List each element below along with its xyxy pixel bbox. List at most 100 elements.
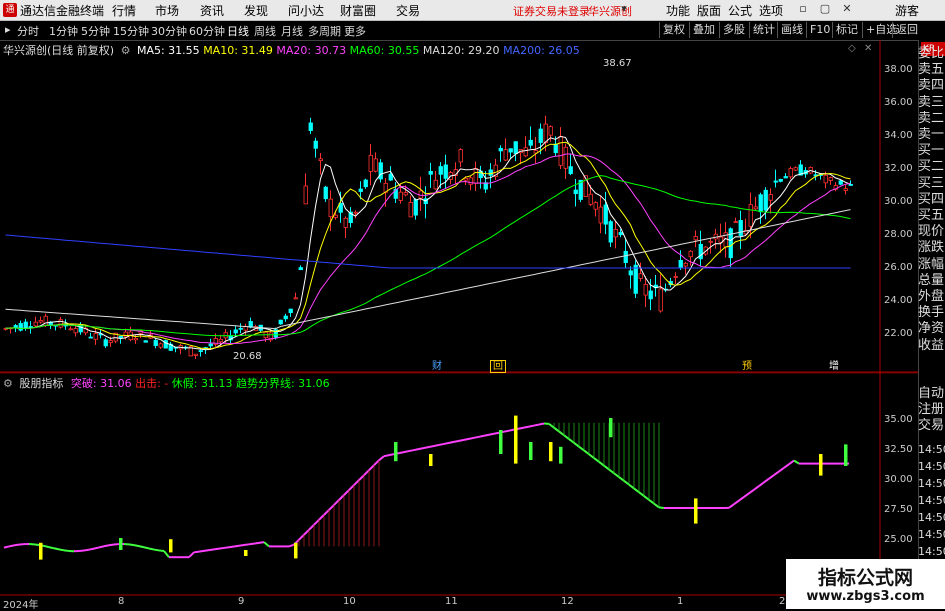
menu-layout[interactable]: 版面 — [697, 2, 721, 19]
indicator-segment — [634, 488, 639, 492]
minimize-icon[interactable]: ▫ — [796, 2, 810, 16]
side-item[interactable]: 买三 — [918, 176, 945, 192]
indicator-marker — [429, 454, 433, 466]
period-15min[interactable]: 15分钟 — [113, 23, 149, 39]
event-badge-forecast[interactable]: 预 — [740, 360, 754, 373]
restore-icon[interactable]: ▢ — [818, 2, 832, 16]
indicator-segment — [214, 549, 219, 550]
side-item[interactable]: 委比 — [918, 46, 945, 62]
event-badge-buyback[interactable]: 回 — [490, 360, 506, 373]
candle — [34, 317, 38, 327]
menu-quotes[interactable]: 行情 — [112, 2, 136, 19]
indicator-segment — [469, 438, 474, 439]
btn-mark[interactable]: 标记 — [832, 22, 861, 38]
candle — [104, 338, 108, 348]
indicator-segment — [614, 473, 619, 477]
menu-formula[interactable]: 公式 — [728, 2, 752, 19]
side-item[interactable]: 买四 — [918, 192, 945, 208]
menu-options[interactable]: 选项 — [759, 2, 783, 19]
tick-time: 14:50 — [918, 510, 945, 526]
side-bottom-item[interactable]: 自动 — [918, 386, 945, 402]
period-nav-icon[interactable]: ▸ — [5, 23, 11, 36]
gear-icon[interactable]: ⚙ — [121, 44, 131, 57]
main-ytick: 22.00 — [884, 328, 918, 339]
candle — [144, 340, 148, 342]
side-item[interactable]: 买二 — [918, 159, 945, 175]
side-item[interactable]: 净资 — [918, 321, 945, 337]
candle — [479, 166, 483, 189]
chart-close-icon[interactable]: ✕ — [864, 43, 872, 54]
indicator-segment — [374, 460, 379, 465]
indicator-segment — [729, 504, 734, 508]
chart-expand-icon[interactable]: ◇ — [848, 43, 856, 54]
indicator-segment — [219, 548, 224, 549]
menu-market[interactable]: 市场 — [155, 2, 179, 19]
indicator-segment — [254, 543, 259, 544]
candle — [474, 162, 478, 191]
period-weekly[interactable]: 周线 — [254, 23, 276, 39]
candle — [699, 231, 703, 267]
side-item[interactable]: 买一 — [918, 143, 945, 159]
menu-trade[interactable]: 交易 — [396, 2, 420, 19]
btn-adjust[interactable]: 复权 — [659, 22, 688, 38]
candle — [414, 198, 418, 219]
side-bottom-item[interactable]: 交易 — [918, 418, 945, 434]
menu-ask[interactable]: 问小达 — [288, 2, 324, 19]
side-item[interactable]: 卖二 — [918, 111, 945, 127]
period-daily[interactable]: 日线 — [227, 23, 249, 39]
indicator-segment — [79, 551, 84, 552]
event-badge-finance[interactable]: 财 — [430, 360, 444, 373]
side-item[interactable]: 总量 — [918, 273, 945, 289]
kline-chart[interactable] — [0, 40, 918, 609]
main-ytick: 36.00 — [884, 97, 918, 108]
period-intraday[interactable]: 分时 — [17, 23, 39, 39]
side-item[interactable]: 卖四 — [918, 78, 945, 94]
period-multi[interactable]: 多周期 — [308, 23, 341, 39]
indicator-segment — [339, 495, 344, 500]
period-more[interactable]: 更多 — [344, 23, 366, 39]
side-item[interactable]: 卖五 — [918, 62, 945, 78]
btn-back[interactable]: 返回 — [892, 22, 921, 38]
period-60min[interactable]: 60分钟 — [189, 23, 225, 39]
side-item[interactable]: 卖三 — [918, 95, 945, 111]
indicator-segment — [599, 462, 604, 466]
candle — [134, 334, 138, 344]
period-monthly[interactable]: 月线 — [281, 23, 303, 39]
guest-label[interactable]: 游客 — [895, 2, 919, 19]
indicator-segment — [509, 430, 514, 431]
side-item[interactable]: 卖一 — [918, 127, 945, 143]
side-item[interactable]: 买五 — [918, 208, 945, 224]
btn-overlay[interactable]: 叠加 — [689, 22, 718, 38]
side-bottom-item[interactable]: 注册 — [918, 402, 945, 418]
side-item[interactable]: 涨幅 — [918, 257, 945, 273]
indicator-name: 股朋指标 — [19, 377, 63, 390]
menu-wealth[interactable]: 财富圈 — [340, 2, 376, 19]
close-icon[interactable]: ✕ — [840, 2, 854, 16]
menu-function[interactable]: 功能 — [666, 2, 690, 19]
side-item[interactable]: 收益 — [918, 338, 945, 354]
btn-f10[interactable]: F10 — [806, 22, 833, 38]
candle — [94, 329, 98, 345]
side-item[interactable]: 外盘 — [918, 289, 945, 305]
indicator-segment — [329, 505, 334, 510]
sub-gear-icon[interactable]: ⚙ — [3, 377, 13, 390]
menu-discover[interactable]: 发现 — [244, 2, 268, 19]
period-5min[interactable]: 5分钟 — [81, 23, 110, 39]
login-warning[interactable]: 证券交易未登录 — [513, 3, 590, 19]
candle — [179, 344, 183, 355]
side-item[interactable]: 现价 — [918, 224, 945, 240]
btn-draw[interactable]: 画线 — [777, 22, 806, 38]
side-item[interactable]: 涨跌 — [918, 240, 945, 256]
period-1min[interactable]: 1分钟 — [49, 23, 78, 39]
indicator-segment — [354, 480, 359, 485]
menu-news[interactable]: 资讯 — [200, 2, 224, 19]
btn-multi-stock[interactable]: 多股 — [719, 22, 748, 38]
event-badge-increase[interactable]: 增 — [827, 360, 841, 373]
period-30min[interactable]: 30分钟 — [151, 23, 187, 39]
sub-ytick: 32.50 — [884, 444, 918, 455]
side-item[interactable]: 换手 — [918, 305, 945, 321]
indicator-segment — [474, 437, 479, 438]
dropdown-icon[interactable]: ▾ — [617, 2, 631, 16]
btn-stats[interactable]: 统计 — [749, 22, 778, 38]
candle — [169, 342, 173, 351]
